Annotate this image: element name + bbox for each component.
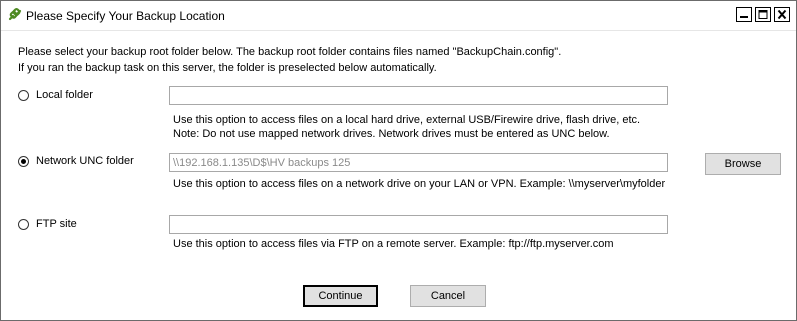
network-unc-input[interactable] xyxy=(169,153,668,172)
maximize-button[interactable] xyxy=(755,7,771,22)
radio-local-folder-circle[interactable] xyxy=(18,90,29,101)
cancel-button-label: Cancel xyxy=(430,290,466,302)
close-button[interactable] xyxy=(774,7,790,22)
ftp-site-input[interactable] xyxy=(169,215,668,234)
ftp-site-help: Use this option to access files via FTP … xyxy=(173,238,614,250)
radio-local-folder-label[interactable]: Local folder xyxy=(36,89,93,101)
window-title: Please Specify Your Backup Location xyxy=(26,9,225,23)
browse-button[interactable]: Browse xyxy=(705,153,781,175)
title-bar[interactable]: Please Specify Your Backup Location xyxy=(1,1,796,31)
intro-line-1: Please select your backup root folder be… xyxy=(18,46,562,58)
continue-button[interactable]: Continue xyxy=(303,285,378,307)
close-icon xyxy=(777,9,787,20)
radio-network-unc-folder-label[interactable]: Network UNC folder xyxy=(36,155,134,167)
chain-link-icon xyxy=(7,7,23,23)
dialog-window: Please Specify Your Backup Location Plea… xyxy=(0,0,797,321)
minimize-icon xyxy=(740,16,748,18)
radio-ftp-site-circle[interactable] xyxy=(18,219,29,230)
intro-line-2: If you ran the backup task on this serve… xyxy=(18,62,437,74)
cancel-button[interactable]: Cancel xyxy=(410,285,486,307)
radio-network-unc-folder-circle[interactable] xyxy=(18,156,29,167)
local-folder-help-1: Use this option to access files on a loc… xyxy=(173,114,641,126)
network-unc-help: Use this option to access files on a net… xyxy=(173,178,666,190)
radio-ftp-site-label[interactable]: FTP site xyxy=(36,218,77,230)
browse-button-label: Browse xyxy=(724,158,762,170)
local-folder-help-2: Note: Do not use mapped network drives. … xyxy=(173,128,610,140)
minimize-button[interactable] xyxy=(736,7,752,22)
maximize-icon xyxy=(758,10,768,19)
continue-button-label: Continue xyxy=(318,290,363,302)
local-folder-input[interactable] xyxy=(169,86,668,105)
